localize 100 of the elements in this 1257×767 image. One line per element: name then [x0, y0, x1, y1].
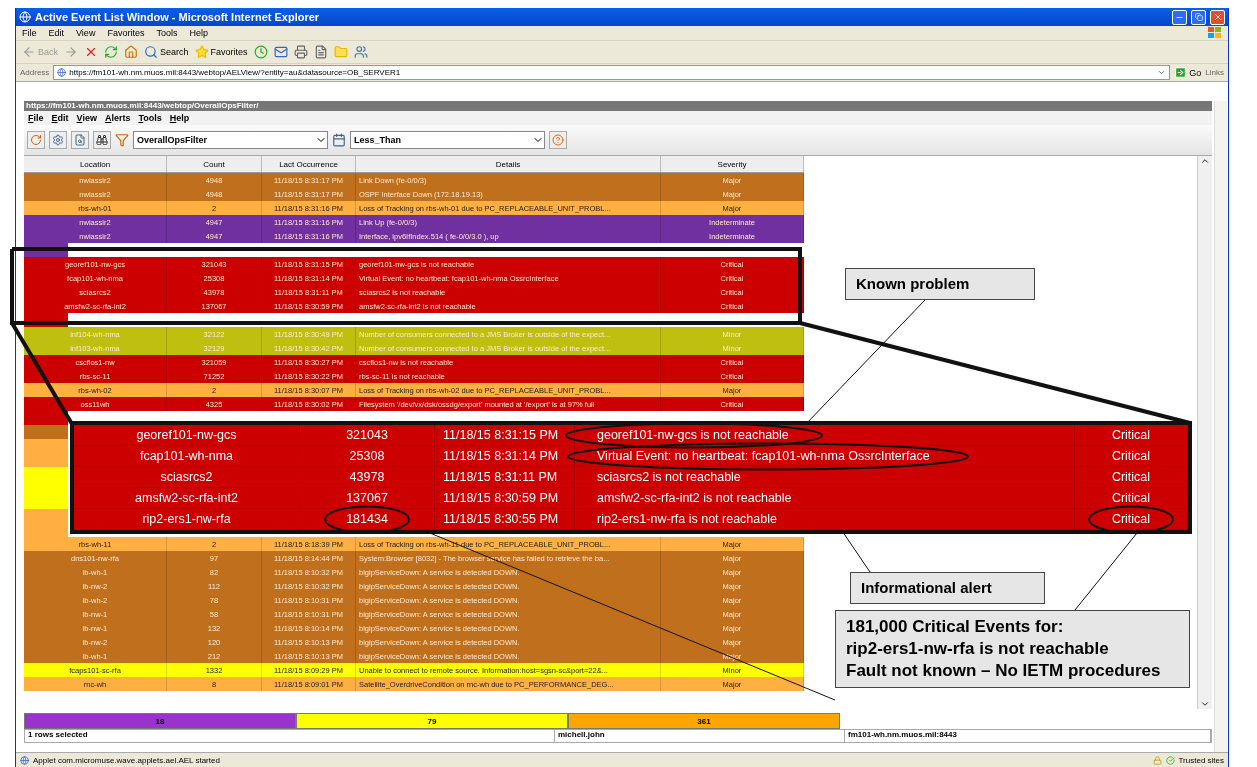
close-icon — [1212, 12, 1223, 22]
settings-icon — [52, 134, 64, 146]
user-name: michell.john — [555, 730, 845, 742]
menu-item[interactable]: Edit — [51, 113, 69, 123]
table-cell: sciasrcs2 — [74, 467, 300, 488]
severity-count: 18 — [24, 713, 296, 729]
applet-url-bar: https://fm101-wh.nm.muos.mil:8443/webtop/OverallOpsFilter/ — [24, 101, 1212, 111]
settings-button[interactable] — [49, 131, 67, 149]
table-cell: rip2-ers1-nw-rfa — [74, 509, 300, 530]
star-icon — [194, 45, 209, 59]
page-scrollbar[interactable] — [1214, 101, 1227, 752]
table-cell: rip2-ers1-nw-rfa is not reachable — [575, 509, 1075, 530]
filter-icon — [115, 133, 129, 147]
column-header[interactable]: Count — [167, 156, 262, 172]
messenger-button[interactable] — [353, 45, 368, 59]
calendar-icon — [332, 133, 346, 147]
column-header[interactable]: Lact Occurrence — [262, 156, 356, 172]
search-icon — [144, 45, 158, 59]
table-cell: Critical — [1075, 425, 1188, 446]
table-cell: georef101-nw-gcs is not reachable — [575, 425, 1075, 446]
maximize-button[interactable] — [1191, 9, 1206, 25]
menu-item[interactable]: Alerts — [104, 113, 131, 123]
folder-icon — [333, 45, 348, 59]
history-button[interactable] — [253, 45, 268, 59]
table-cell: 11/18/15 8:31:11 PM — [435, 467, 575, 488]
page-icon — [20, 755, 29, 765]
menu-item[interactable]: View — [76, 28, 96, 38]
refresh-button[interactable] — [27, 131, 45, 149]
forward-button[interactable] — [64, 45, 78, 59]
menu-item[interactable]: View — [76, 113, 97, 123]
table-cell: georef101-nw-gcs — [74, 425, 300, 446]
printer-icon — [293, 45, 308, 59]
table-cell: Critical — [1075, 446, 1188, 467]
address-label: Address — [20, 68, 50, 77]
check-icon — [1165, 755, 1175, 765]
status-message: Applet com.micromuse.wave.applets.ael.AEL started — [33, 755, 220, 765]
scroll-up-icon — [1200, 156, 1210, 166]
go-button[interactable]: Go — [1174, 66, 1202, 79]
help-icon — [552, 134, 564, 146]
menu-item[interactable]: Tools — [156, 28, 178, 38]
stop-icon — [84, 45, 98, 59]
home-icon — [124, 45, 138, 59]
scrollbar[interactable] — [1197, 156, 1212, 709]
address-field[interactable]: https://fm101-wh.nm.muos.mil:8443/webtop/AELView/?entity=au&datasource=OB_SERVER1 — [53, 65, 1171, 80]
refresh-button[interactable] — [104, 45, 118, 59]
people-icon — [353, 45, 368, 59]
table-row[interactable] — [24, 411, 68, 425]
security-zone: Trusted sites — [1178, 755, 1224, 765]
menu-item[interactable]: Favorites — [107, 28, 145, 38]
selection-status: 1 rows selected — [25, 730, 555, 742]
menu-item[interactable]: Edit — [48, 28, 65, 38]
mail-button[interactable] — [273, 45, 288, 59]
folder-button[interactable] — [333, 45, 348, 59]
table-cell: 137067 — [300, 488, 435, 509]
minimize-button[interactable] — [1172, 9, 1187, 25]
stop-button[interactable] — [84, 45, 98, 59]
table-cell: Critical — [1075, 488, 1188, 509]
table-cell: 25308 — [300, 446, 435, 467]
favorites-button[interactable]: Favorites — [194, 45, 248, 59]
menu-item[interactable]: Tools — [138, 113, 162, 123]
filter-dropdown[interactable]: OverallOpsFilter — [133, 131, 328, 149]
forward-arrow-icon — [64, 45, 78, 59]
column-header[interactable]: Location — [24, 156, 167, 172]
table-cell: 43978 — [300, 467, 435, 488]
links-label[interactable]: Links — [1205, 68, 1224, 77]
table-cell: Critical — [1075, 509, 1188, 530]
table-cell: 321043 — [300, 425, 435, 446]
browser-icon — [19, 11, 31, 23]
refresh-icon — [30, 134, 42, 146]
table-cell: 181434 — [300, 509, 435, 530]
scroll-down-icon — [1200, 699, 1210, 709]
column-header[interactable]: Severity — [661, 156, 804, 172]
document-icon — [313, 45, 328, 59]
table-cell: Virtual Event: no heartbeat: fcap101-wh-nma OssrcInterface — [575, 446, 1075, 467]
help-button[interactable] — [549, 131, 567, 149]
mail-icon — [273, 45, 288, 59]
dropdown-icon — [1157, 68, 1167, 77]
page-icon — [57, 68, 67, 77]
menu-item[interactable]: File — [28, 113, 44, 123]
menu-item[interactable]: File — [22, 28, 37, 38]
menu-item[interactable]: Help — [169, 113, 190, 123]
callout-note: Known problem — [845, 268, 1035, 300]
search-button[interactable]: Search — [144, 45, 189, 59]
home-button[interactable] — [124, 45, 138, 59]
table-cell: fcap101-wh-nma — [74, 446, 300, 467]
refresh-icon — [104, 45, 118, 59]
table-cell: 11/18/15 8:31:15 PM — [435, 425, 575, 446]
find-button[interactable] — [93, 131, 111, 149]
table-cell: 11/18/15 8:30:59 PM — [435, 488, 575, 509]
severity-count: 361 — [568, 713, 840, 729]
print-button[interactable] — [293, 45, 308, 59]
restore-icon — [1194, 13, 1203, 21]
severity-count: 79 — [296, 713, 568, 729]
edit-button[interactable] — [313, 45, 328, 59]
close-button[interactable] — [1210, 9, 1225, 25]
column-header[interactable]: Details — [356, 156, 661, 172]
view-dropdown[interactable]: Less_Than — [350, 131, 545, 149]
table-cell: 11/18/15 8:30:55 PM — [435, 509, 575, 530]
menu-item[interactable]: Help — [189, 28, 208, 38]
table-cell: sciasrcs2 is not reachable — [575, 467, 1075, 488]
